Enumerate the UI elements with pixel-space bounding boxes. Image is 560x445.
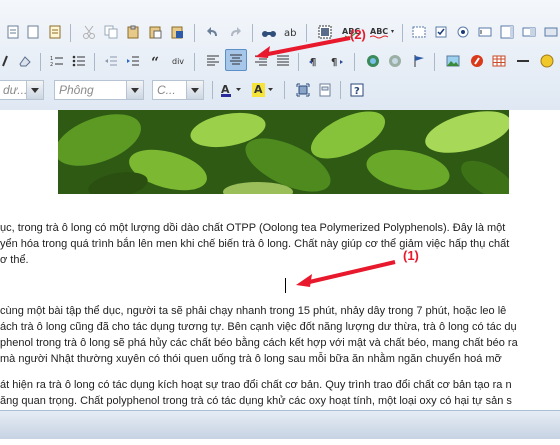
arrow-head-icon <box>255 46 270 58</box>
annotation-arrow-2 <box>262 36 351 57</box>
annotation-overlay <box>255 36 396 287</box>
annotation-label-2: (2) <box>350 27 366 42</box>
annotation-arrow-1 <box>304 260 396 285</box>
arrow-head-icon <box>296 274 312 287</box>
annotation-label-1: (1) <box>403 248 419 263</box>
